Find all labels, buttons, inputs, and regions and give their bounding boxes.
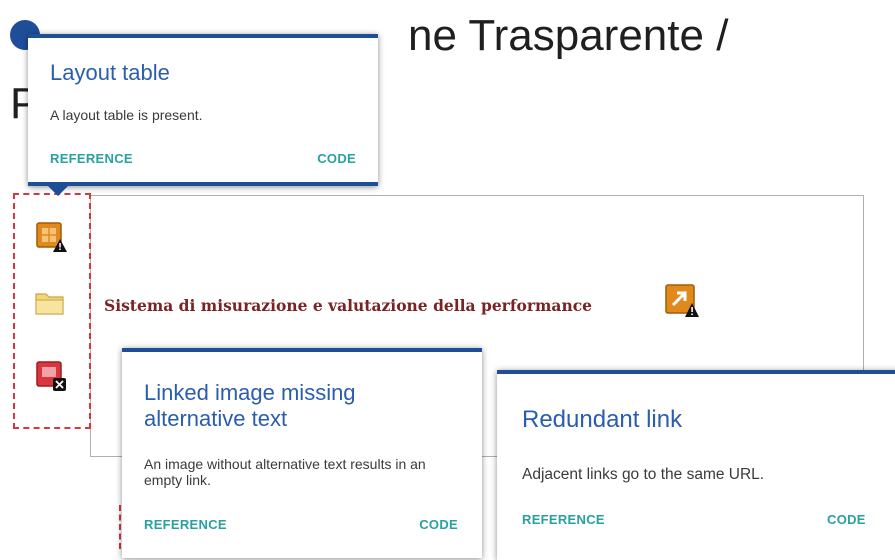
icon-column [13,193,91,429]
tooltip-title: Redundant link [522,406,683,433]
redundant-link-tooltip: Redundant link Adjacent links go to the … [497,370,895,560]
tooltip-description: Adjacent links go to the same URL. [522,466,765,483]
tooltip-pointer [47,185,69,196]
layout-table-tooltip: Layout table A layout table is present. … [28,34,378,186]
folder-icon[interactable] [34,288,64,318]
reference-link[interactable]: REFERENCE [522,512,605,527]
code-link[interactable]: CODE [317,151,356,166]
tooltip-title: Layout table [50,60,170,85]
performance-link[interactable]: Sistema di misurazione e valutazione del… [104,296,592,315]
tooltip-description: A layout table is present. [50,107,203,123]
reference-link[interactable]: REFERENCE [144,517,227,532]
image-error-icon[interactable] [35,360,66,391]
code-link[interactable]: CODE [419,517,458,532]
code-link[interactable]: CODE [827,512,866,527]
page-heading-text: ne Trasparente / [408,11,729,60]
tooltip-description: An image without alternative text result… [144,456,426,489]
tooltip-title: Linked image missing alternative text [144,380,356,432]
error-outline-extension [119,505,121,549]
external-link-warning-icon[interactable] [664,283,700,319]
linked-image-tooltip: Linked image missing alternative text An… [122,348,482,558]
reference-link[interactable]: REFERENCE [50,151,133,166]
layout-table-warning-icon[interactable] [35,221,67,252]
